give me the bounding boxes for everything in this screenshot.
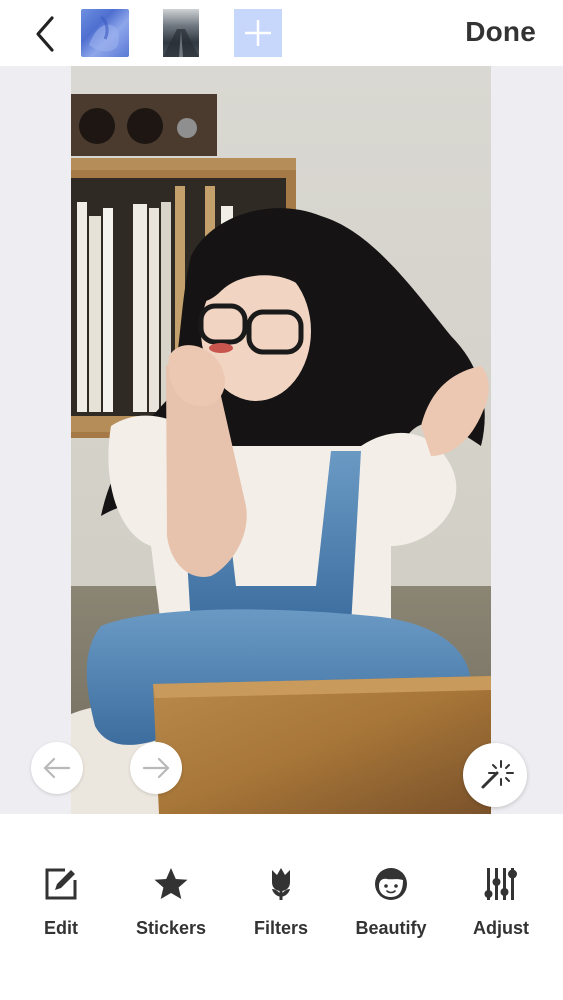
- bottom-toolbar: Edit Stickers Filters Beautify Adjust: [0, 814, 563, 1000]
- add-photo-button[interactable]: [234, 9, 282, 57]
- arrow-left-icon: [43, 757, 71, 779]
- done-button[interactable]: Done: [465, 16, 536, 48]
- auto-enhance-button[interactable]: [463, 743, 527, 807]
- tool-label: Filters: [253, 918, 309, 938]
- photo-thumbnail-1[interactable]: [81, 9, 129, 57]
- tool-beautify[interactable]: Beautify: [341, 864, 441, 954]
- edited-photo[interactable]: [71, 66, 491, 814]
- tool-edit[interactable]: Edit: [11, 864, 111, 954]
- tool-label: Stickers: [135, 918, 207, 938]
- editor-canvas: [0, 66, 563, 814]
- top-bar: Done: [0, 0, 563, 66]
- previous-button[interactable]: [31, 742, 83, 794]
- photo-thumbnail-2[interactable]: [157, 9, 205, 57]
- thumbnail-image: [89, 15, 119, 52]
- star-icon: [154, 868, 188, 899]
- tool-label: Adjust: [473, 918, 529, 938]
- tool-label: Beautify: [355, 918, 427, 938]
- tool-filters[interactable]: Filters: [231, 864, 331, 954]
- thumbnail-image: [163, 9, 199, 57]
- next-button[interactable]: [130, 742, 182, 794]
- tool-stickers[interactable]: Stickers: [121, 864, 221, 954]
- arrow-right-icon: [142, 757, 170, 779]
- magic-wand-icon: [481, 760, 514, 789]
- tool-label: Edit: [44, 918, 78, 938]
- tool-adjust[interactable]: Adjust: [451, 864, 551, 954]
- photo-image: [71, 66, 491, 814]
- chevron-left-icon: [36, 16, 54, 52]
- face-icon: [375, 868, 407, 900]
- plus-icon: [245, 20, 271, 46]
- tulip-icon: [272, 868, 290, 900]
- sliders-icon: [484, 868, 517, 900]
- back-button[interactable]: [26, 12, 66, 56]
- edit-icon: [45, 868, 77, 900]
